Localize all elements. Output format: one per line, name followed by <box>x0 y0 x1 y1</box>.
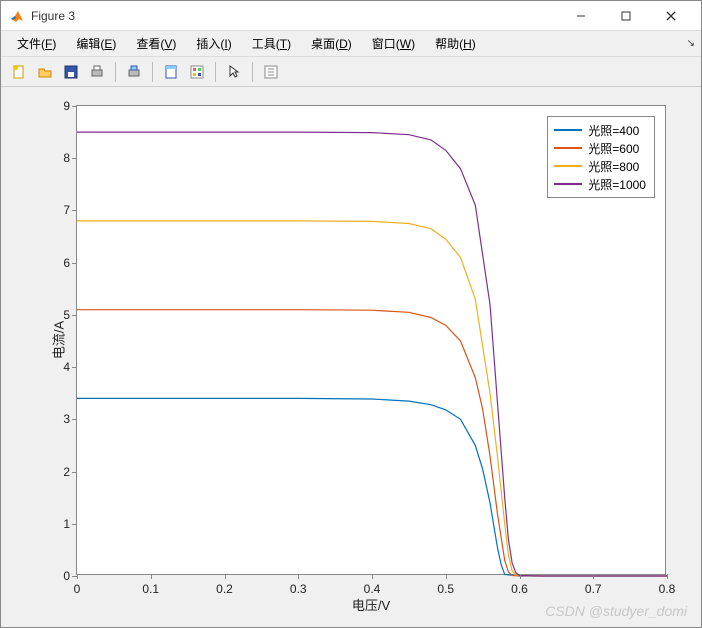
x-tick <box>372 574 373 579</box>
legend-entry-0[interactable]: 光照=400 <box>554 121 646 139</box>
window-title: Figure 3 <box>31 9 558 23</box>
y-tick-label: 6 <box>55 256 70 270</box>
menu-item-1[interactable]: 编辑(E) <box>66 32 126 55</box>
menu-item-7[interactable]: 帮助(H) <box>425 32 486 55</box>
toolbar-brush-button[interactable] <box>185 60 209 84</box>
toolbar-separator <box>215 62 216 82</box>
y-tick-label: 1 <box>55 517 70 531</box>
x-tick-label: 0.3 <box>290 582 307 596</box>
title-bar: Figure 3 <box>1 1 701 31</box>
y-tick-label: 4 <box>55 360 70 374</box>
toolbar-new-button[interactable] <box>7 60 31 84</box>
menu-item-4[interactable]: 工具(T) <box>242 32 301 55</box>
x-tick <box>77 574 78 579</box>
legend-entry-3[interactable]: 光照=1000 <box>554 175 646 193</box>
x-tick <box>298 574 299 579</box>
figure-window: Figure 3 文件(F)编辑(E)查看(V)插入(I)工具(T)桌面(D)窗… <box>0 0 702 628</box>
menu-overflow-icon[interactable]: ↘ <box>687 38 695 49</box>
legend-swatch <box>554 129 582 131</box>
watermark: CSDN @studyer_domi <box>545 603 687 619</box>
x-tick-label: 0.8 <box>659 582 676 596</box>
y-tick <box>72 210 77 211</box>
legend-entry-2[interactable]: 光照=800 <box>554 157 646 175</box>
legend-swatch <box>554 165 582 167</box>
legend-entry-1[interactable]: 光照=600 <box>554 139 646 157</box>
x-tick <box>593 574 594 579</box>
y-tick <box>72 263 77 264</box>
menu-bar: 文件(F)编辑(E)查看(V)插入(I)工具(T)桌面(D)窗口(W)帮助(H)… <box>1 31 701 57</box>
menu-item-6[interactable]: 窗口(W) <box>362 32 425 55</box>
menu-item-2[interactable]: 查看(V) <box>126 32 186 55</box>
series-line-1 <box>77 310 667 576</box>
y-axis-label: 电流/A <box>49 321 68 359</box>
x-tick <box>225 574 226 579</box>
menu-item-5[interactable]: 桌面(D) <box>301 32 362 55</box>
legend-label: 光照=400 <box>588 122 639 139</box>
legend-label: 光照=1000 <box>588 176 646 193</box>
x-axis-label: 电压/V <box>352 595 390 614</box>
x-tick <box>151 574 152 579</box>
y-tick-label: 5 <box>55 308 70 322</box>
y-tick-label: 7 <box>55 203 70 217</box>
x-tick-label: 0 <box>74 582 81 596</box>
toolbar-pointer-button[interactable] <box>222 60 246 84</box>
legend-label: 光照=800 <box>588 158 639 175</box>
matlab-icon <box>9 8 25 24</box>
y-tick <box>72 367 77 368</box>
x-tick <box>446 574 447 579</box>
legend-label: 光照=600 <box>588 140 639 157</box>
y-tick <box>72 472 77 473</box>
maximize-button[interactable] <box>603 1 648 31</box>
menu-item-3[interactable]: 插入(I) <box>186 32 241 55</box>
y-tick <box>72 419 77 420</box>
toolbar-print-preview-button[interactable] <box>122 60 146 84</box>
x-tick-label: 0.7 <box>585 582 602 596</box>
legend-swatch <box>554 183 582 185</box>
toolbar-save-button[interactable] <box>59 60 83 84</box>
y-tick <box>72 524 77 525</box>
toolbar <box>1 57 701 87</box>
y-tick <box>72 106 77 107</box>
x-tick-label: 0.1 <box>142 582 159 596</box>
series-line-3 <box>77 132 667 576</box>
axes: 光照=400光照=600光照=800光照=1000 电压/V 电流/A 00.1… <box>76 105 666 575</box>
toolbar-separator <box>115 62 116 82</box>
x-tick-label: 0.2 <box>216 582 233 596</box>
toolbar-open-button[interactable] <box>33 60 57 84</box>
x-tick-label: 0.4 <box>364 582 381 596</box>
close-button[interactable] <box>648 1 693 31</box>
plot-canvas: 光照=400光照=600光照=800光照=1000 电压/V 电流/A 0 0.1… <box>1 87 701 627</box>
y-tick-label: 3 <box>55 412 70 426</box>
toolbar-separator <box>252 62 253 82</box>
x-tick-label: 0.6 <box>511 582 528 596</box>
menu-item-0[interactable]: 文件(F) <box>7 32 66 55</box>
toolbar-print-button[interactable] <box>85 60 109 84</box>
legend-swatch <box>554 147 582 149</box>
x-tick <box>520 574 521 579</box>
y-tick-label: 0 <box>55 569 70 583</box>
x-tick <box>667 574 668 579</box>
y-tick-label: 8 <box>55 151 70 165</box>
y-tick <box>72 315 77 316</box>
y-tick-label: 2 <box>55 465 70 479</box>
y-tick <box>72 158 77 159</box>
minimize-button[interactable] <box>558 1 603 31</box>
x-tick-label: 0.5 <box>437 582 454 596</box>
toolbar-insert-button[interactable] <box>259 60 283 84</box>
toolbar-separator <box>152 62 153 82</box>
series-line-0 <box>77 398 667 576</box>
y-tick-label: 9 <box>55 99 70 113</box>
legend[interactable]: 光照=400光照=600光照=800光照=1000 <box>547 116 655 198</box>
y-tick <box>72 576 77 577</box>
toolbar-link-button[interactable] <box>159 60 183 84</box>
